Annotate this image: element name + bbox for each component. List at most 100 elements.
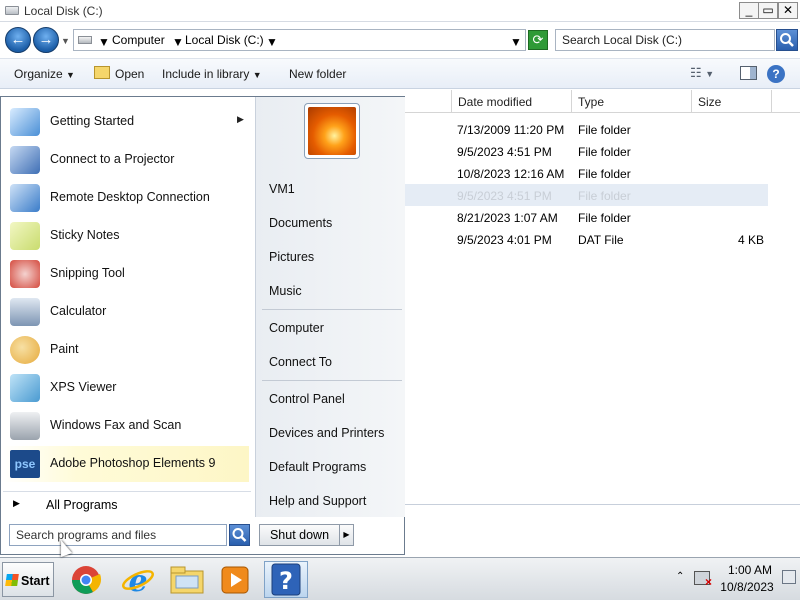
program-label: Getting Started (50, 114, 135, 128)
all-programs-button[interactable]: ▶ All Programs (3, 491, 251, 517)
drive-icon (78, 36, 92, 44)
place-help-support[interactable]: Help and Support (269, 494, 366, 508)
forward-button[interactable]: → (33, 27, 59, 53)
file-date: 9/5/2023 4:51 PM (457, 189, 552, 203)
close-button[interactable]: ✕ (778, 2, 798, 19)
start-menu: Getting Started ▶ Connect to a Projector… (0, 96, 405, 555)
program-photoshop-elements[interactable]: pse Adobe Photoshop Elements 9 (3, 446, 249, 482)
file-type: DAT File (578, 233, 624, 247)
program-sticky-notes[interactable]: Sticky Notes (3, 218, 249, 254)
organize-button[interactable]: Organize ▼ (14, 67, 75, 81)
file-date: 8/21/2023 1:07 AM (457, 211, 558, 225)
shut-down-button[interactable]: Shut down (259, 524, 340, 546)
program-connect-to-projector[interactable]: Connect to a Projector (3, 142, 249, 178)
new-folder-button[interactable]: New folder (289, 67, 346, 81)
file-row[interactable]: 10/8/2023 12:16 AM File folder (404, 162, 768, 184)
windows-logo-icon (5, 574, 19, 586)
program-calculator[interactable]: Calculator (3, 294, 249, 330)
help-icon[interactable]: ? (264, 561, 308, 598)
calculator-icon (10, 298, 40, 326)
program-remote-desktop[interactable]: Remote Desktop Connection (3, 180, 249, 216)
clock-time[interactable]: 1:00 AM (720, 563, 780, 577)
separator (262, 309, 402, 310)
program-getting-started[interactable]: Getting Started ▶ (3, 104, 249, 140)
internet-explorer-icon[interactable]: e (116, 561, 160, 599)
breadcrumb-chevron[interactable]: ▼ (172, 35, 184, 49)
place-connect-to[interactable]: Connect To (269, 355, 332, 369)
user-picture[interactable] (304, 103, 360, 159)
place-control-panel[interactable]: Control Panel (269, 392, 345, 406)
program-label: Connect to a Projector (50, 152, 175, 166)
place-default-programs[interactable]: Default Programs (269, 460, 366, 474)
open-button[interactable]: Open (115, 67, 144, 81)
help-glyph: ? (279, 567, 293, 595)
view-options-icon[interactable]: ☷ ▼ (690, 65, 714, 81)
place-devices-printers[interactable]: Devices and Printers (269, 426, 384, 440)
windows-explorer-icon[interactable] (165, 561, 209, 598)
media-player-icon[interactable] (213, 561, 257, 598)
clock-date[interactable]: 10/8/2023 (714, 580, 780, 594)
getting-started-icon (10, 108, 40, 136)
program-label: Paint (50, 342, 79, 356)
submenu-arrow-icon: ▶ (237, 114, 244, 124)
show-desktop-button[interactable] (782, 570, 796, 584)
include-in-library-button[interactable]: Include in library ▼ (162, 67, 262, 81)
breadcrumb-local-disk[interactable]: Local Disk (C:) (185, 33, 264, 47)
window-title: Local Disk (C:) (24, 4, 103, 18)
breadcrumb-computer[interactable]: Computer (112, 33, 165, 47)
show-hidden-icons[interactable]: ⌃ (676, 571, 684, 582)
chrome-icon[interactable] (64, 561, 108, 598)
address-history-dropdown[interactable]: ▼ (510, 35, 522, 49)
file-date: 9/5/2023 4:01 PM (457, 233, 552, 247)
taskbar: Start e ? ⌃ 1:00 AM 10/8/2023 (0, 557, 800, 600)
program-paint[interactable]: Paint (3, 332, 249, 368)
program-label: Adobe Photoshop Elements 9 (50, 456, 216, 470)
preview-pane-icon[interactable] (740, 66, 757, 80)
file-type: File folder (578, 189, 631, 203)
drive-icon (5, 6, 19, 15)
help-icon[interactable]: ? (767, 65, 785, 83)
file-type: File folder (578, 145, 631, 159)
minimize-button[interactable]: _ (739, 2, 759, 19)
column-name[interactable] (404, 90, 452, 113)
place-vm1[interactable]: VM1 (269, 182, 295, 196)
file-row[interactable]: 7/13/2009 11:20 PM File folder (404, 118, 768, 140)
file-row[interactable]: 9/5/2023 4:01 PM DAT File 4 KB (404, 228, 768, 250)
open-folder-icon (94, 66, 110, 79)
window-titlebar: Local Disk (C:) _ ▭ ✕ (0, 0, 800, 22)
network-icon[interactable] (694, 571, 712, 589)
column-date-modified[interactable]: Date modified (452, 90, 572, 113)
place-pictures[interactable]: Pictures (269, 250, 314, 264)
place-music[interactable]: Music (269, 284, 302, 298)
maximize-button[interactable]: ▭ (758, 2, 778, 19)
search-icon[interactable] (776, 29, 798, 51)
program-label: Snipping Tool (50, 266, 125, 280)
address-root-chevron[interactable]: ▼ (98, 35, 110, 49)
file-row-selected[interactable]: 9/5/2023 4:51 PM File folder (404, 184, 768, 206)
paint-icon (10, 336, 40, 364)
file-type: File folder (578, 211, 631, 225)
place-computer[interactable]: Computer (269, 321, 324, 335)
back-button[interactable]: ← (5, 27, 31, 53)
breadcrumb-chevron[interactable]: ▼ (266, 35, 278, 49)
place-documents[interactable]: Documents (269, 216, 332, 230)
column-size[interactable]: Size (692, 90, 772, 113)
start-button[interactable]: Start (2, 562, 54, 597)
refresh-button[interactable]: ⟳ (528, 30, 548, 50)
program-fax-scan[interactable]: Windows Fax and Scan (3, 408, 249, 444)
search-input[interactable]: Search Local Disk (C:) (555, 29, 775, 51)
recent-pages-dropdown[interactable]: ▼ (61, 36, 70, 46)
shut-down-options-arrow[interactable]: ▶ (340, 524, 354, 546)
file-row[interactable]: 9/5/2023 4:51 PM File folder (404, 140, 768, 162)
program-snipping-tool[interactable]: Snipping Tool (3, 256, 249, 292)
file-row[interactable]: 8/21/2023 1:07 AM File folder (404, 206, 768, 228)
search-icon[interactable] (229, 524, 250, 546)
file-type: File folder (578, 123, 631, 137)
fax-scan-icon (10, 412, 40, 440)
file-date: 10/8/2023 12:16 AM (457, 167, 565, 181)
column-type[interactable]: Type (572, 90, 692, 113)
start-search-input[interactable]: Search programs and files (9, 524, 227, 546)
file-date: 7/13/2009 11:20 PM (457, 123, 565, 137)
address-bar[interactable]: ▼ Computer ▼ Local Disk (C:) ▼ ▼ (73, 29, 526, 51)
program-xps-viewer[interactable]: XPS Viewer (3, 370, 249, 406)
